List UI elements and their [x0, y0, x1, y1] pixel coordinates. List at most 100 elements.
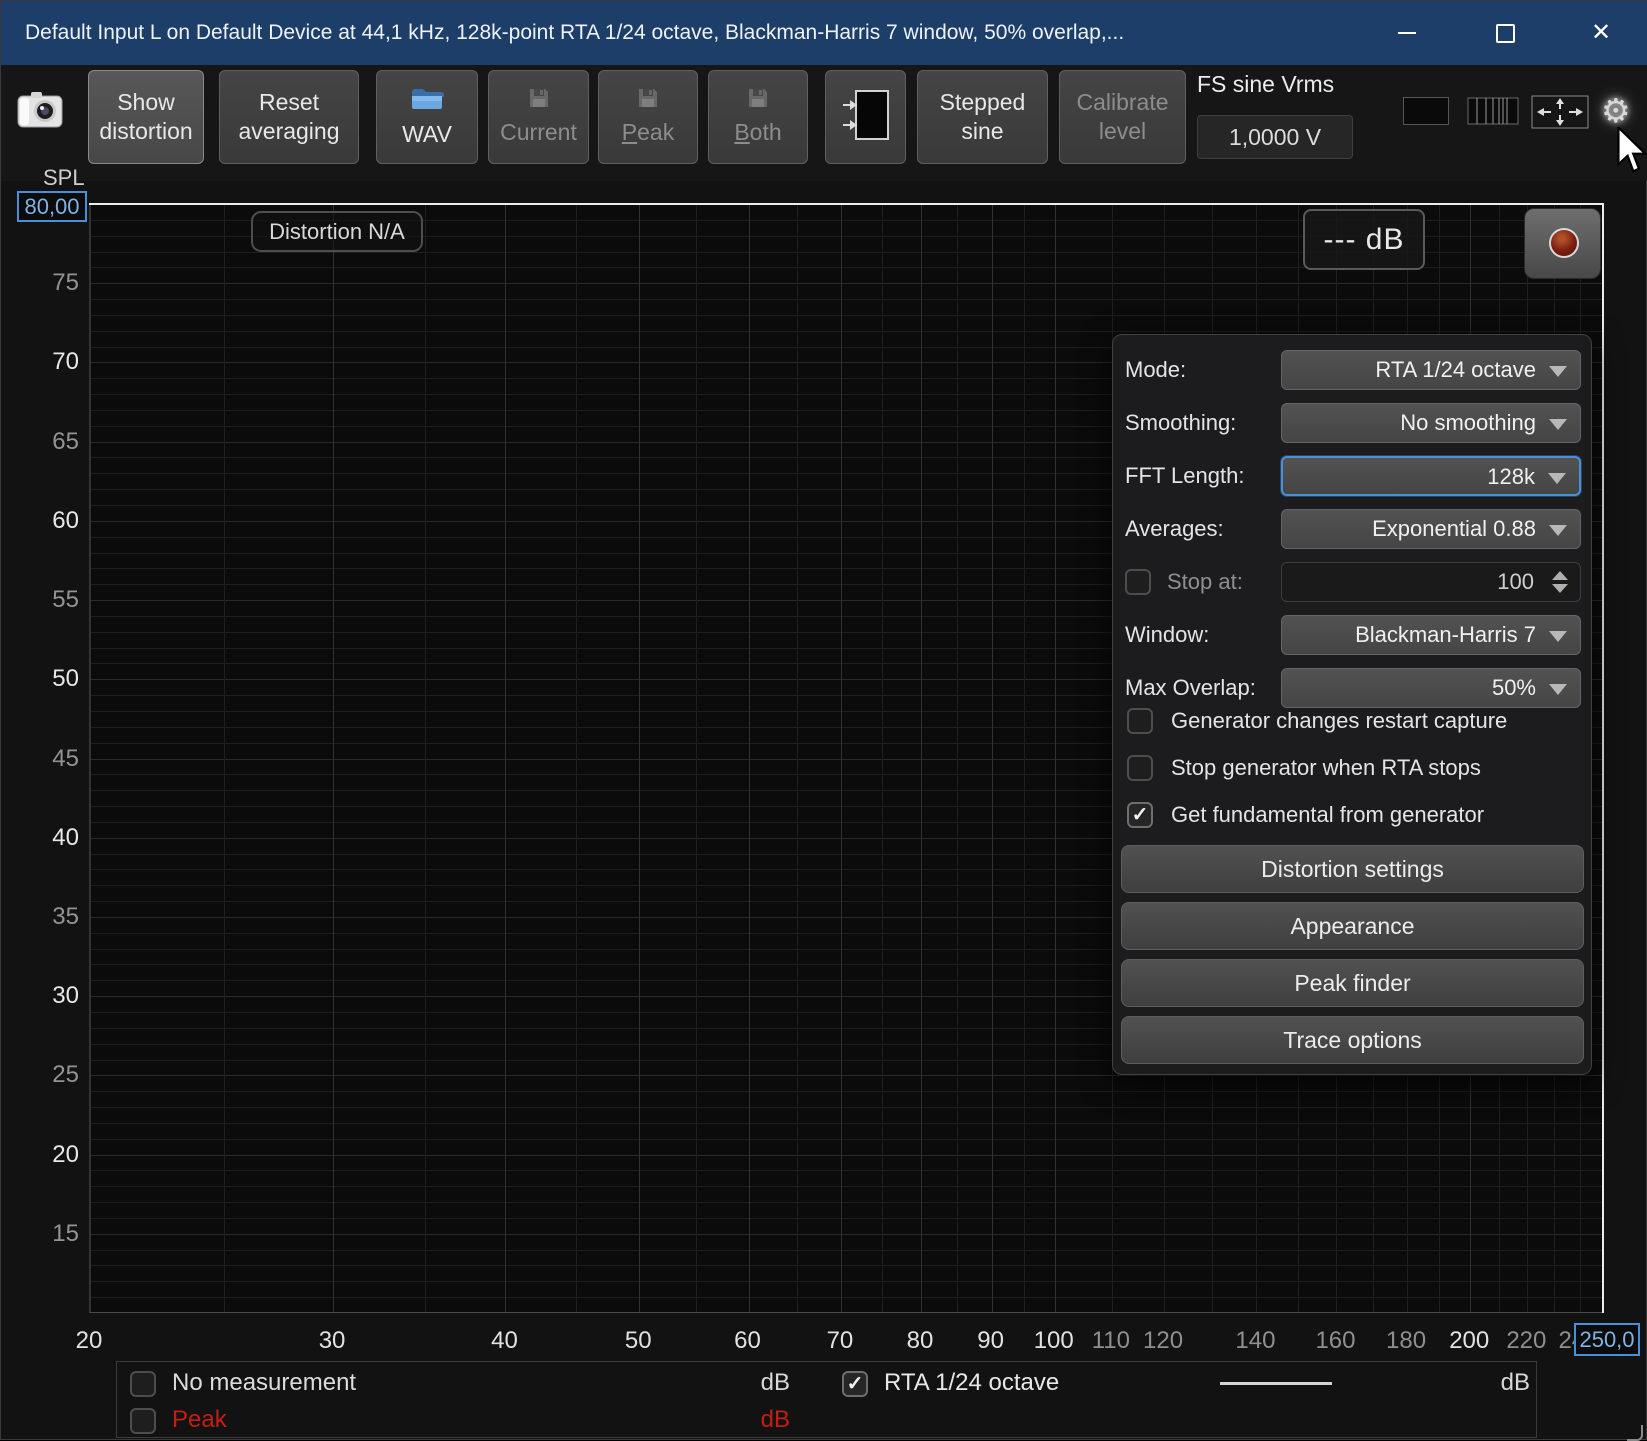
plain-graph-icon[interactable]	[1403, 97, 1449, 125]
h-gridline	[90, 1234, 1603, 1235]
y-tick-label: 30	[17, 982, 79, 1010]
mode-dropdown[interactable]: RTA 1/24 octave	[1281, 350, 1581, 390]
smoothing-dropdown[interactable]: No smoothing	[1281, 403, 1581, 443]
fs-sine-vrms-input[interactable]: 1,0000 V	[1197, 115, 1353, 159]
legend-checkbox[interactable]: ✓	[130, 1408, 156, 1434]
maximize-button[interactable]	[1485, 19, 1525, 47]
y-tick-label: 35	[17, 903, 79, 931]
legend-unit: dB	[702, 1406, 790, 1434]
spinner-down-icon[interactable]	[1552, 584, 1568, 593]
h-gridline	[90, 331, 1603, 332]
save-current-button[interactable]: Current	[488, 70, 589, 164]
legend-panel: ✓No measurementdB✓PeakdB✓RTA 1/24 octave…	[116, 1361, 1537, 1438]
maximize-icon	[1496, 24, 1515, 43]
frequency-grid-icon[interactable]	[1467, 97, 1519, 130]
x-tick-label: 40	[468, 1327, 540, 1355]
spinner-up-icon[interactable]	[1552, 571, 1568, 580]
dropdown-value: No smoothing	[1400, 404, 1536, 442]
fftlength-dropdown[interactable]: 128k	[1281, 456, 1581, 496]
rta-settings-panel: Mode: RTA 1/24 octave Smoothing: No smoothi…	[1112, 334, 1592, 1075]
v-gridline-major	[505, 204, 506, 1312]
x-axis-max-input[interactable]: 250,0	[1574, 1323, 1640, 1356]
y-tick-label: 65	[17, 428, 79, 456]
peak-finder-button[interactable]: Peak finder	[1121, 959, 1584, 1007]
settings-checkbox[interactable]: ✓	[1127, 802, 1153, 828]
dropdown-value: RTA 1/24 octave	[1375, 351, 1536, 389]
x-tick-label: 120	[1127, 1327, 1199, 1355]
legend-unit: dB	[1442, 1369, 1530, 1397]
x-tick-label: 140	[1219, 1327, 1291, 1355]
settings-label: Smoothing:	[1125, 403, 1236, 443]
settings-label: Mode:	[1125, 350, 1186, 390]
show-distortion-button[interactable]: Show distortion	[88, 70, 204, 164]
reset-averaging-button[interactable]: Reset averaging	[219, 70, 359, 164]
settings-row-mode: Mode: RTA 1/24 octave	[1113, 350, 1591, 390]
v-gridline-major	[749, 204, 750, 1312]
dropdown-value: 50%	[1492, 669, 1536, 707]
chevron-down-icon	[1549, 684, 1567, 695]
spinner-value: 100	[1497, 563, 1534, 601]
save-wav-button[interactable]: WAV	[376, 70, 478, 164]
level-readout: --- dB	[1303, 209, 1425, 270]
screenshot-camera-icon[interactable]	[17, 87, 63, 138]
stop-at-spinner[interactable]: 100	[1281, 562, 1581, 602]
legend-label: RTA 1/24 octave	[884, 1369, 1059, 1397]
y-tick-label: 50	[17, 665, 79, 693]
fs-sine-vrms-label: FS sine Vrms	[1197, 71, 1334, 98]
settings-label: FFT Length:	[1125, 456, 1244, 496]
settings-label: Window:	[1125, 615, 1209, 655]
y-tick-label: 55	[17, 586, 79, 614]
h-gridline	[90, 1281, 1603, 1282]
expand-axes-icon[interactable]	[1531, 95, 1589, 134]
rta-trace-line-sample	[1220, 1382, 1332, 1385]
record-button[interactable]	[1524, 208, 1601, 279]
input-monitor-button[interactable]	[825, 70, 906, 164]
calibrate-level-button[interactable]: Calibrate level	[1059, 70, 1186, 164]
y-tick-label: 45	[17, 745, 79, 773]
x-tick-label: 80	[884, 1327, 956, 1355]
settings-checkbox[interactable]: ✓	[1127, 708, 1153, 734]
h-gridline	[90, 283, 1603, 284]
appearance-button[interactable]: Appearance	[1121, 902, 1584, 950]
h-gridline	[90, 1202, 1603, 1203]
trace-options-button[interactable]: Trace options	[1121, 1016, 1584, 1064]
legend-checkbox[interactable]: ✓	[842, 1371, 868, 1397]
v-gridline-major	[992, 204, 993, 1312]
legend-label: Peak	[172, 1406, 227, 1434]
legend-checkbox[interactable]: ✓	[130, 1371, 156, 1397]
window-resize-grip[interactable]	[1627, 1425, 1643, 1441]
stepped-sine-button[interactable]: Stepped sine	[917, 70, 1048, 164]
rta-window: Default Input L on Default Device at 44,…	[0, 0, 1647, 1440]
averages-dropdown[interactable]: Exponential 0.88	[1281, 509, 1581, 549]
dropdown-value: Blackman-Harris 7	[1355, 616, 1536, 654]
y-tick-label: 15	[17, 1220, 79, 1248]
window-dropdown[interactable]: Blackman-Harris 7	[1281, 615, 1581, 655]
stop-at-checkbox[interactable]: ✓	[1125, 569, 1151, 595]
x-tick-label: 160	[1299, 1327, 1371, 1355]
x-tick-label: 180	[1370, 1327, 1442, 1355]
floppy-disk-icon	[528, 87, 550, 114]
y-tick-label: 60	[17, 507, 79, 535]
v-gridline	[1024, 204, 1025, 1312]
v-gridline	[576, 204, 577, 1312]
settings-checkbox-row: ✓Generator changes restart capture	[1113, 708, 1591, 734]
maxoverlap-dropdown[interactable]: 50%	[1281, 668, 1581, 708]
h-gridline	[90, 1170, 1603, 1171]
distortion-settings-button[interactable]: Distortion settings	[1121, 845, 1584, 893]
settings-row-smoothing: Smoothing: No smoothing	[1113, 403, 1591, 443]
check-icon: ✓	[1132, 805, 1149, 825]
save-peak-button[interactable]: Peak	[598, 70, 698, 164]
settings-checkbox[interactable]: ✓	[1127, 755, 1153, 781]
minimize-button[interactable]	[1387, 19, 1427, 47]
v-gridline-major	[90, 204, 91, 1312]
close-button[interactable]: ✕	[1581, 19, 1621, 47]
dropdown-value: 128k	[1487, 458, 1535, 496]
chevron-down-icon	[1548, 473, 1566, 484]
save-both-button[interactable]: Both	[708, 70, 808, 164]
y-axis-max-input[interactable]: 80,00	[17, 191, 87, 222]
gear-icon[interactable]: ⚙	[1601, 91, 1631, 130]
settings-row-averages: Averages:Exponential 0.88	[1113, 509, 1591, 549]
y-tick-label: 70	[17, 348, 79, 376]
window-title: Default Input L on Default Device at 44,…	[25, 1, 1124, 65]
v-gridline	[696, 204, 697, 1312]
